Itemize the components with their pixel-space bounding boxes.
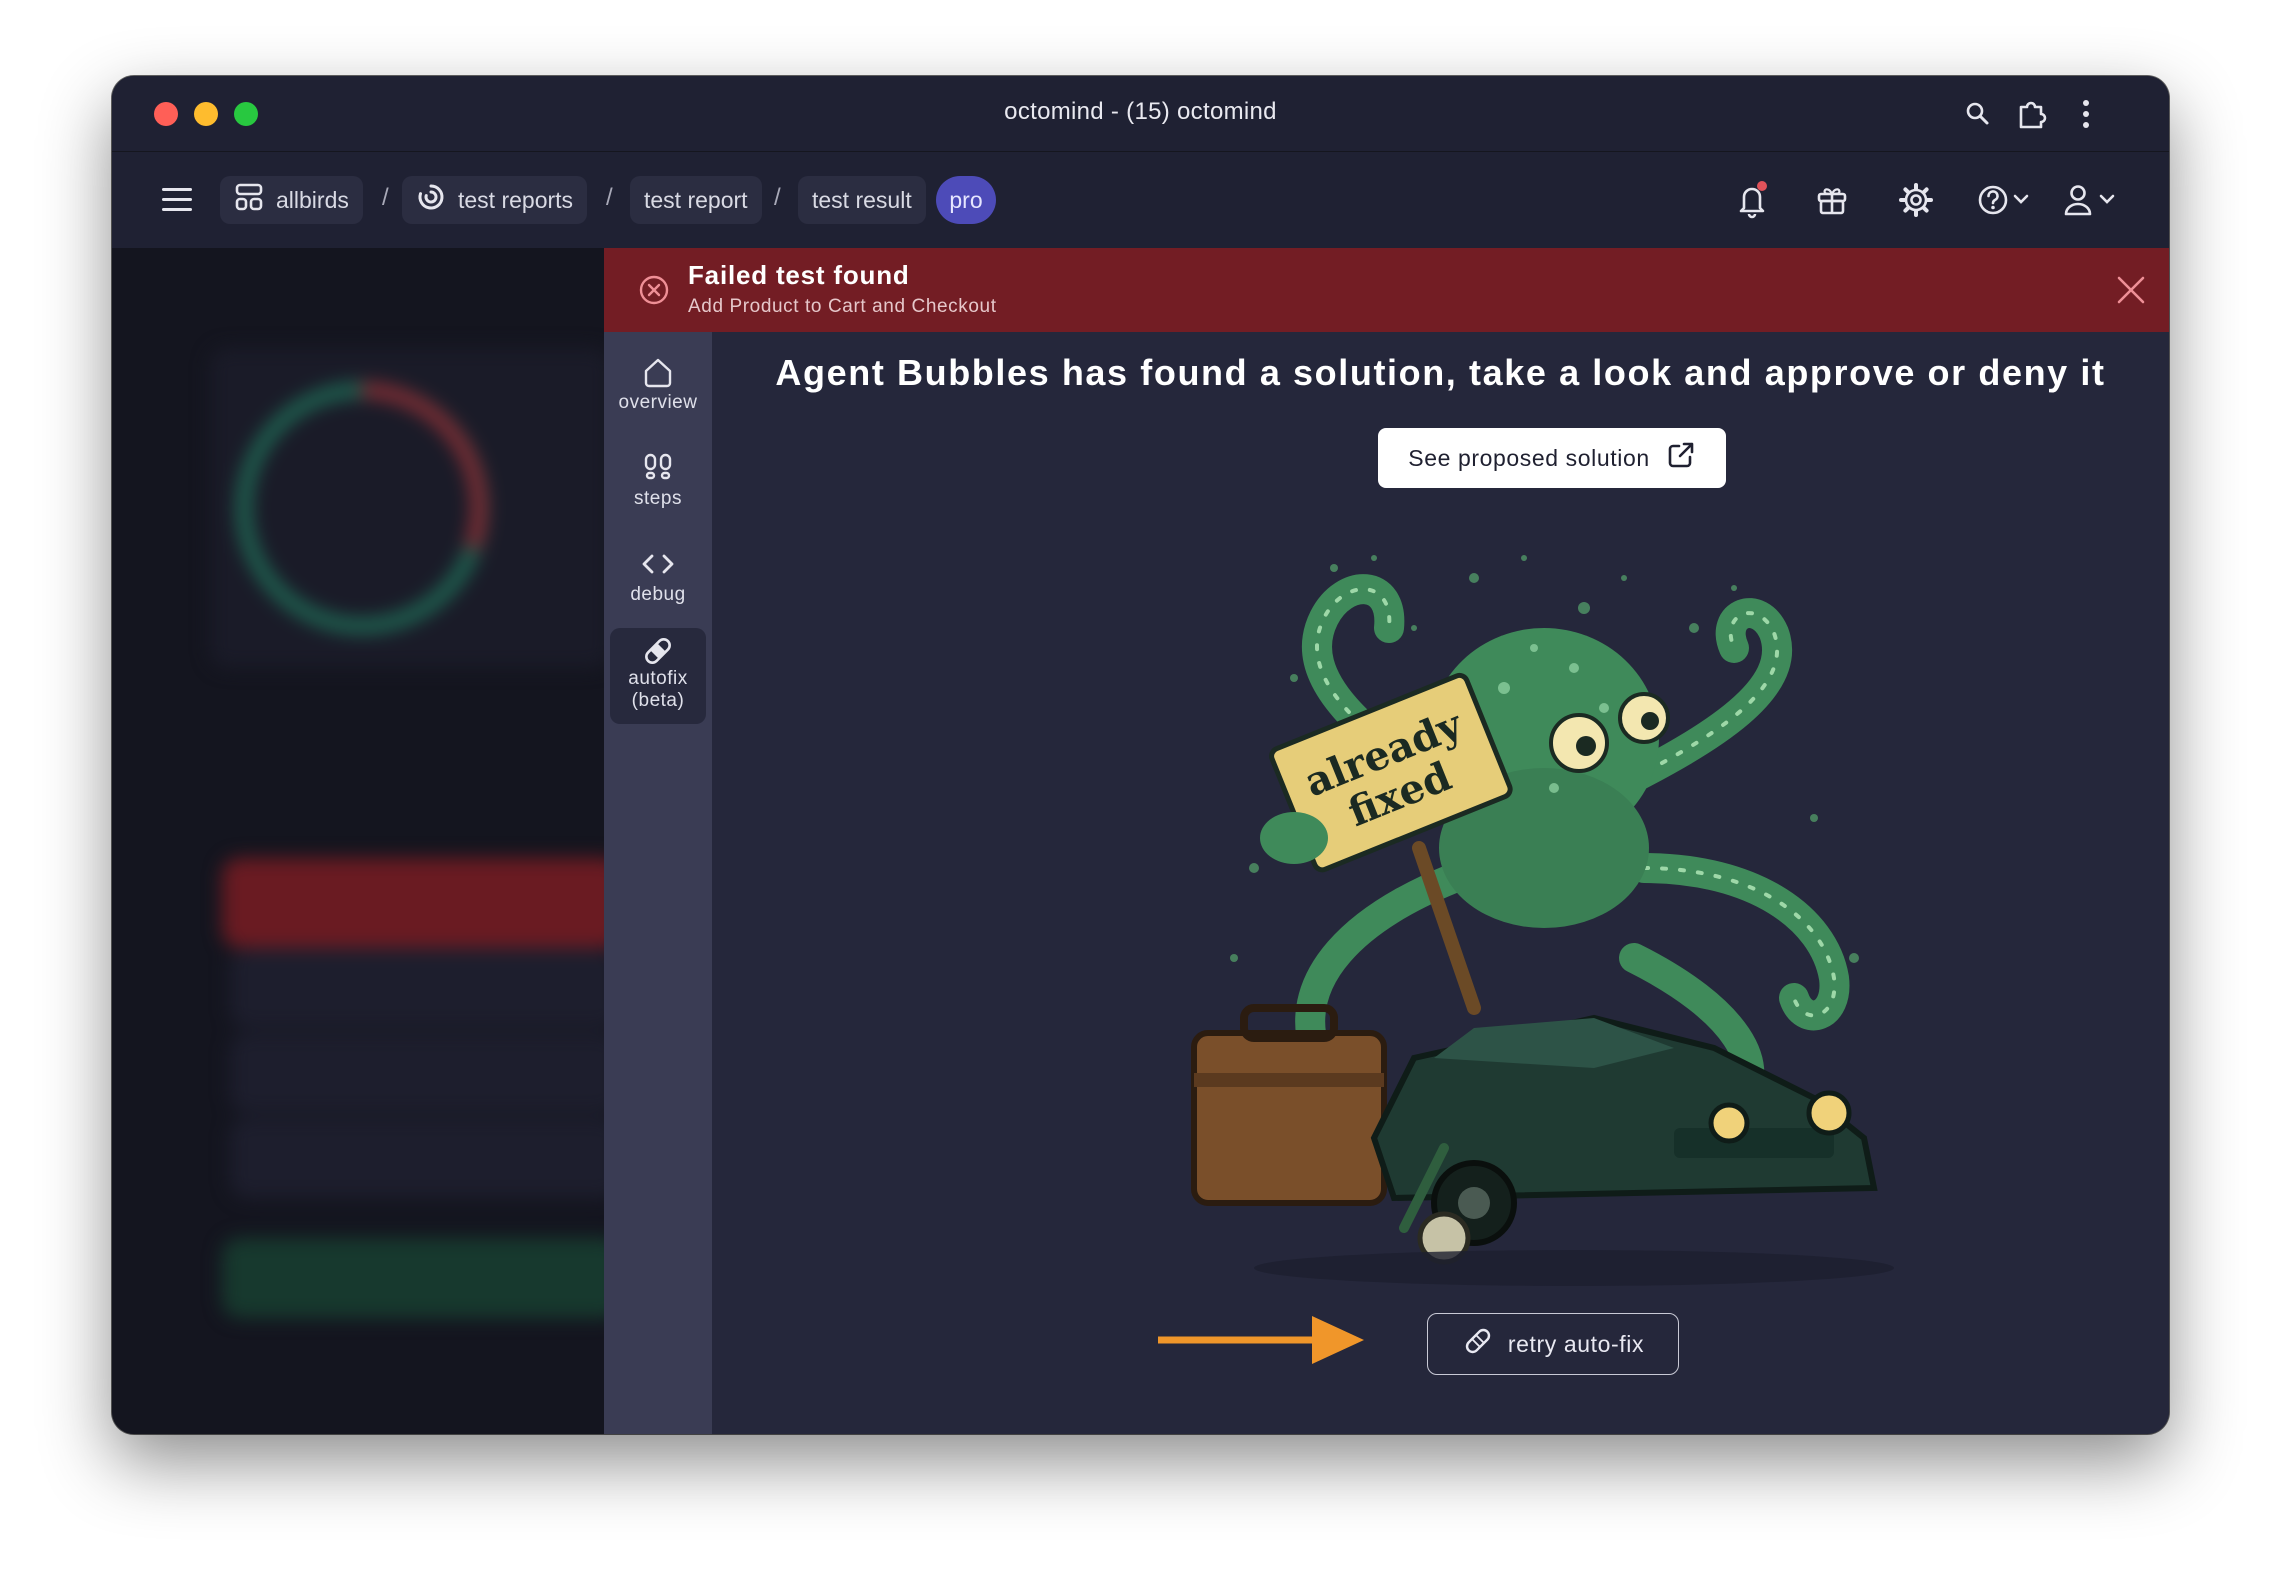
see-proposed-solution-button[interactable]: See proposed solution	[1378, 428, 1726, 488]
help-icon[interactable]	[1976, 178, 2036, 222]
error-circle-icon	[638, 274, 670, 306]
nav-label-beta: (beta)	[631, 690, 685, 711]
home-icon	[641, 352, 675, 392]
breadcrumb-label: test reports	[458, 186, 574, 213]
page-heading: Agent Bubbles has found a solution, take…	[775, 352, 2106, 393]
nav-label: steps	[634, 488, 682, 509]
breadcrumb-label: allbirds	[276, 186, 349, 213]
title-bar: octomind - (15) octomind	[112, 76, 2169, 152]
status-ring	[237, 383, 487, 633]
breadcrumb-test-result[interactable]: test result	[798, 176, 926, 224]
nav-label: debug	[630, 584, 686, 605]
bandage-icon	[1462, 1325, 1494, 1363]
plan-badge: pro	[936, 176, 996, 224]
window-title: octomind - (15) octomind	[1004, 98, 1277, 125]
nav-autofix[interactable]: autofix (beta)	[610, 628, 706, 724]
gear-icon[interactable]	[1896, 178, 1936, 222]
zoom-icon[interactable]	[1958, 94, 1998, 134]
panel-side-nav: overview steps debug autofix (beta)	[604, 332, 712, 1434]
nav-debug[interactable]: debug	[610, 544, 706, 628]
user-icon[interactable]	[2062, 178, 2122, 222]
test-result-panel: Failed test found Add Product to Cart an…	[604, 248, 2169, 1434]
octopus-illustration: already fixed	[1191, 555, 1894, 1286]
external-link-icon	[1666, 440, 1696, 476]
failure-banner: Failed test found Add Product to Cart an…	[604, 248, 2169, 332]
footsteps-icon	[643, 448, 673, 488]
breadcrumb-separator: /	[606, 184, 613, 211]
banner-title: Failed test found	[688, 260, 910, 290]
breadcrumb-project[interactable]: allbirds	[220, 176, 363, 224]
retry-auto-fix-button[interactable]: retry auto-fix	[1427, 1313, 1679, 1375]
reports-icon	[416, 182, 446, 218]
project-icon	[234, 182, 264, 218]
code-icon	[640, 544, 676, 584]
button-label: retry auto-fix	[1507, 1330, 1645, 1357]
nav-label: overview	[618, 392, 698, 413]
button-label: See proposed solution	[1408, 444, 1650, 471]
breadcrumb-label: test result	[812, 186, 912, 213]
nav-overview[interactable]: overview	[610, 352, 706, 436]
bandage-icon	[641, 634, 675, 668]
more-vertical-icon[interactable]	[2066, 94, 2106, 134]
breadcrumb-separator: /	[382, 184, 389, 211]
menu-icon[interactable]	[158, 182, 198, 218]
gift-icon[interactable]	[1812, 178, 1852, 222]
orange-arrow	[1158, 1316, 1364, 1364]
breadcrumb-test-report[interactable]: test report	[630, 176, 762, 224]
extension-icon[interactable]	[2012, 94, 2052, 134]
bell-icon[interactable]	[1732, 178, 1772, 222]
breadcrumb-label: test report	[644, 186, 748, 213]
breadcrumb-separator: /	[774, 184, 781, 211]
banner-subtitle: Add Product to Cart and Checkout	[688, 296, 997, 317]
nav-steps[interactable]: steps	[610, 448, 706, 532]
nav-label: autofix	[628, 668, 688, 689]
close-icon[interactable]	[2113, 272, 2149, 308]
background-page	[112, 248, 604, 1434]
app-top-bar: allbirds / test reports / test report / …	[112, 152, 2169, 248]
app-window: octomind - (15) octomind allbirds / test…	[112, 76, 2169, 1434]
breadcrumb-test-reports[interactable]: test reports	[402, 176, 588, 224]
